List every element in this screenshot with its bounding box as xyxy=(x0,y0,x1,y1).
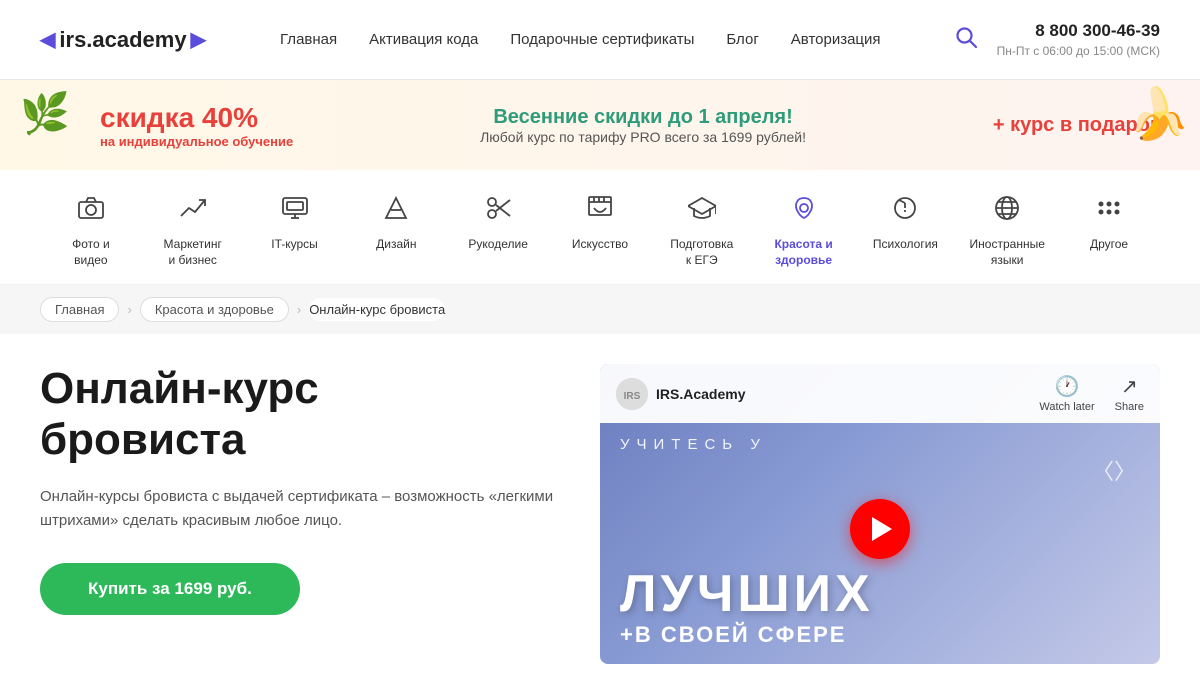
phone-block: 8 800 300-46-39 Пн-Пт с 06:00 до 15:00 (… xyxy=(997,19,1160,60)
banner-emoji-left: 🌿 xyxy=(20,90,70,137)
video-code-decoration: 〈〉 xyxy=(1092,454,1136,486)
cat-ege[interactable]: Подготовкак ЕГЭ xyxy=(657,194,747,268)
share-icon: ↗ xyxy=(1121,374,1138,399)
video-actions: 🕐 Watch later ↗ Share xyxy=(1039,374,1144,413)
watch-later-label: Watch later xyxy=(1039,401,1094,413)
cat-other[interactable]: Другое xyxy=(1064,194,1154,253)
promo-banner[interactable]: 🌿 скидка 40% на индивидуальное обучение … xyxy=(0,80,1200,170)
breadcrumb-sep-2: › xyxy=(297,302,301,317)
nav-gift[interactable]: Подарочные сертификаты xyxy=(510,31,694,48)
psychology-icon xyxy=(891,194,919,229)
cat-label-psychology: Психология xyxy=(873,237,938,253)
breadcrumb-sep-1: › xyxy=(127,302,131,317)
logo-text: irs.academy xyxy=(59,27,186,53)
cat-label-other: Другое xyxy=(1090,237,1128,253)
clock-icon: 🕐 xyxy=(1055,374,1080,399)
breadcrumb-home[interactable]: Главная xyxy=(40,297,119,322)
video-learn-text: УЧИТЕСЬ У xyxy=(620,436,767,453)
cat-handmade[interactable]: Рукоделие xyxy=(453,194,543,253)
video-sub-text: +В СВОЕЙ СФЕРЕ xyxy=(620,622,1140,648)
video-top-bar: IRS IRS.Academy 🕐 Watch later ↗ Share xyxy=(600,364,1160,423)
art-icon xyxy=(586,194,614,229)
chart-icon xyxy=(179,194,207,229)
cat-design[interactable]: Дизайн xyxy=(351,194,441,253)
breadcrumb-bar: Главная › Красота и здоровье › Онлайн-ку… xyxy=(0,285,1200,334)
cat-label-ege: Подготовкак ЕГЭ xyxy=(670,237,733,268)
cat-label-languages: Иностранныеязыки xyxy=(970,237,1045,268)
main-nav: Главная Активация кода Подарочные сертиф… xyxy=(280,31,881,48)
banner-sale-desc: на индивидуальное обучение xyxy=(100,134,293,149)
video-channel-name: IRS.Academy xyxy=(656,386,745,402)
video-player[interactable]: IRS IRS.Academy 🕐 Watch later ↗ Share xyxy=(600,364,1160,664)
cat-label-design: Дизайн xyxy=(376,237,416,253)
cat-art[interactable]: Искусство xyxy=(555,194,645,253)
cat-marketing[interactable]: Маркетинги бизнес xyxy=(148,194,238,268)
video-luchshikh: ЛУЧШИХ xyxy=(620,568,1140,620)
video-channel: IRS IRS.Academy xyxy=(616,378,745,410)
header: ◀ irs.academy ▶ Главная Активация кода П… xyxy=(0,0,1200,80)
design-icon xyxy=(382,194,410,229)
cat-beauty[interactable]: Красота издоровье xyxy=(759,194,849,268)
header-right: 8 800 300-46-39 Пн-Пт с 06:00 до 15:00 (… xyxy=(955,19,1160,60)
course-info: Онлайн-курсбровиста Онлайн-курсы бровист… xyxy=(40,364,560,615)
search-button[interactable] xyxy=(955,26,977,54)
video-avatar: IRS xyxy=(616,378,648,410)
main-content: Онлайн-курсбровиста Онлайн-курсы бровист… xyxy=(0,334,1200,694)
cat-label-beauty: Красота издоровье xyxy=(774,237,832,268)
play-button[interactable] xyxy=(850,499,910,559)
graduation-icon xyxy=(688,194,716,229)
phone-number: 8 800 300-46-39 xyxy=(997,19,1160,43)
svg-text:IRS: IRS xyxy=(624,391,641,402)
cat-label-it: IT-курсы xyxy=(271,237,318,253)
breadcrumb-beauty[interactable]: Красота и здоровье xyxy=(140,297,289,322)
breadcrumb-current: Онлайн-курс бровиста xyxy=(309,298,445,321)
share-button[interactable]: ↗ Share xyxy=(1115,374,1144,413)
banner-sale: скидка 40% на индивидуальное обучение xyxy=(100,102,293,149)
nav-blog[interactable]: Блог xyxy=(726,31,758,48)
cat-it[interactable]: IT-курсы xyxy=(250,194,340,253)
watch-later-button[interactable]: 🕐 Watch later xyxy=(1039,374,1094,413)
cat-psychology[interactable]: Психология xyxy=(860,194,950,253)
share-label: Share xyxy=(1115,401,1144,413)
breadcrumb: Главная › Красота и здоровье › Онлайн-ку… xyxy=(40,297,1160,322)
nav-auth[interactable]: Авторизация xyxy=(791,31,881,48)
cat-label-photo-video: Фото ивидео xyxy=(72,237,110,268)
monitor-icon xyxy=(281,194,309,229)
camera-icon xyxy=(77,194,105,229)
video-main-text: ЛУЧШИХ +В СВОЕЙ СФЕРЕ xyxy=(600,558,1160,664)
logo-left-arrow: ◀ xyxy=(40,27,55,52)
scissors-icon xyxy=(484,194,512,229)
cat-photo-video[interactable]: Фото ивидео xyxy=(46,194,136,268)
cat-languages[interactable]: Иностранныеязыки xyxy=(962,194,1052,268)
course-description: Онлайн-курсы бровиста с выдачей сертифик… xyxy=(40,485,560,533)
logo[interactable]: ◀ irs.academy ▶ xyxy=(40,27,206,53)
banner-sale-percent: скидка 40% xyxy=(100,102,293,134)
logo-right-arrow: ▶ xyxy=(191,27,206,52)
banner-center: Весенние скидки до 1 апреля! Любой курс … xyxy=(293,106,993,145)
cat-label-art: Искусство xyxy=(572,237,628,253)
cat-label-handmade: Рукоделие xyxy=(468,237,527,253)
play-triangle xyxy=(872,517,892,541)
nav-home[interactable]: Главная xyxy=(280,31,337,48)
course-title: Онлайн-курсбровиста xyxy=(40,364,560,465)
other-icon xyxy=(1095,194,1123,229)
buy-button[interactable]: Купить за 1699 руб. xyxy=(40,563,300,615)
categories-bar: Фото ивидео Маркетинги бизнес IT-курсы xyxy=(0,170,1200,285)
banner-emoji-right: 🍌 xyxy=(1128,85,1190,144)
beauty-icon xyxy=(790,194,818,229)
languages-icon xyxy=(993,194,1021,229)
banner-title: Весенние скидки до 1 апреля! xyxy=(293,106,993,129)
banner-subtitle: Любой курс по тарифу PRO всего за 1699 р… xyxy=(293,129,993,145)
nav-activation[interactable]: Активация кода xyxy=(369,31,478,48)
phone-hours: Пн-Пт с 06:00 до 15:00 (МСК) xyxy=(997,43,1160,60)
video-block: IRS IRS.Academy 🕐 Watch later ↗ Share xyxy=(600,364,1160,664)
cat-label-marketing: Маркетинги бизнес xyxy=(164,237,222,268)
